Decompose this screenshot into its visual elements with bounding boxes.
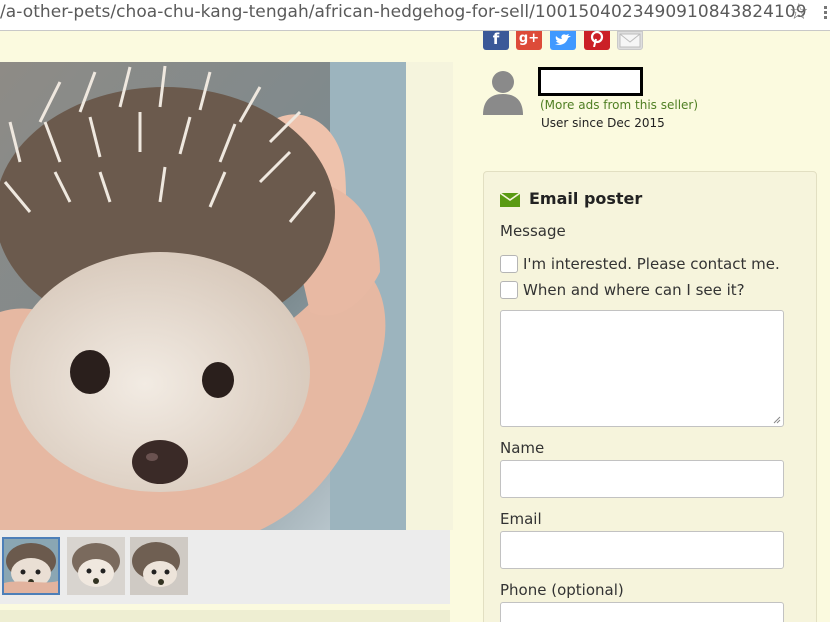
see-it-checkbox-label[interactable]: When and where can I see it? xyxy=(523,281,745,299)
seller-name-redacted xyxy=(538,67,643,96)
email-label: Email xyxy=(500,510,542,528)
facebook-share-icon[interactable]: f xyxy=(483,31,509,50)
phone-input[interactable] xyxy=(500,602,784,622)
page: /a-other-pets/choa-chu-kang-tengah/afric… xyxy=(0,0,830,622)
left-bottom-bar xyxy=(0,610,450,622)
user-since-text: User since Dec 2015 xyxy=(541,116,665,130)
message-textarea[interactable] xyxy=(500,310,784,427)
google-plus-share-icon[interactable]: g+ xyxy=(516,31,542,50)
address-bar[interactable]: /a-other-pets/choa-chu-kang-tengah/afric… xyxy=(0,0,830,31)
main-photo[interactable] xyxy=(0,62,406,530)
name-input[interactable] xyxy=(500,460,784,498)
interested-checkbox-label[interactable]: I'm interested. Please contact me. xyxy=(523,255,780,273)
envelope-icon xyxy=(499,192,521,207)
resize-handle-icon[interactable] xyxy=(773,416,781,424)
email-share-icon[interactable] xyxy=(617,31,643,50)
thumbnail-3[interactable] xyxy=(130,537,188,595)
message-label: Message xyxy=(500,222,566,240)
name-label: Name xyxy=(500,439,545,457)
interested-checkbox[interactable] xyxy=(500,255,518,273)
thumbnail-2[interactable] xyxy=(67,537,125,595)
more-ads-link[interactable]: (More ads from this seller) xyxy=(540,98,698,112)
see-it-checkbox[interactable] xyxy=(500,281,518,299)
phone-label: Phone (optional) xyxy=(500,581,624,599)
email-input[interactable] xyxy=(500,531,784,569)
twitter-share-icon[interactable] xyxy=(550,31,576,50)
browser-menu-icon[interactable] xyxy=(821,4,830,24)
pinterest-share-icon[interactable] xyxy=(584,30,610,50)
seller-avatar-icon xyxy=(482,70,524,115)
bookmark-star-icon[interactable]: ☆ xyxy=(789,0,809,25)
email-poster-title: Email poster xyxy=(529,189,643,208)
thumbnail-1[interactable] xyxy=(2,537,60,595)
url-text[interactable]: /a-other-pets/choa-chu-kang-tengah/afric… xyxy=(0,2,807,22)
